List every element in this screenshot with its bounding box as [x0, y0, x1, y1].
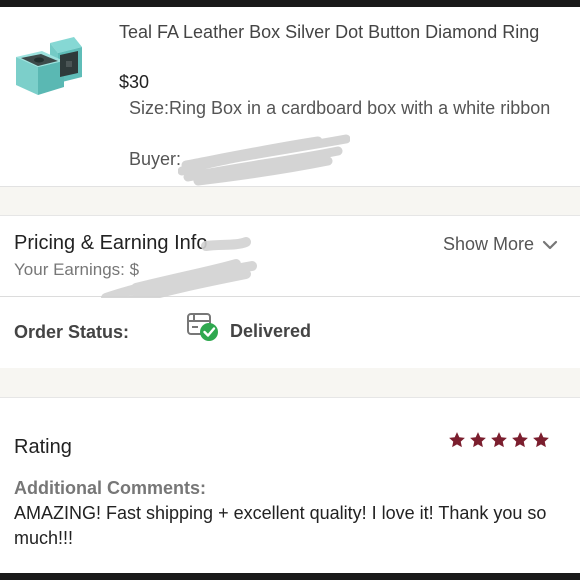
- order-status-row: Order Status: Delivered: [0, 298, 580, 368]
- show-more-button[interactable]: Show More: [443, 234, 558, 255]
- chevron-down-icon: [542, 240, 558, 249]
- section-spacer: [0, 187, 580, 215]
- star-icon: [512, 432, 528, 448]
- your-earnings: Your Earnings: $: [14, 260, 140, 279]
- star-rating: [448, 431, 550, 449]
- pricing-section[interactable]: Pricing & Earning Info Your Earnings: $ …: [0, 215, 580, 308]
- order-details-screen: Teal FA Leather Box Silver Dot Button Di…: [0, 7, 580, 573]
- star-icon: [470, 432, 486, 448]
- show-more-label: Show More: [442, 234, 534, 254]
- order-status-value: Delivered: [230, 321, 312, 341]
- additional-comments-title: Additional Comments:: [14, 478, 206, 498]
- delivered-package-icon: [187, 313, 218, 341]
- additional-comments-text: AMAZING! Fast shipping + excellent quali…: [14, 503, 547, 548]
- product-title[interactable]: Teal FA Leather Box Silver Dot Button Di…: [119, 20, 559, 45]
- product-thumbnail-image: [12, 21, 84, 99]
- product-size: Size:Ring Box in a cardboard box with a …: [129, 98, 551, 118]
- rating-title: Rating: [14, 436, 72, 458]
- product-card[interactable]: Teal FA Leather Box Silver Dot Button Di…: [0, 7, 580, 187]
- pricing-title: Pricing & Earning Info: [14, 232, 208, 254]
- star-icon: [449, 432, 465, 448]
- redaction-smudge: [178, 134, 350, 186]
- rating-section: Rating Additional Comments: AMAZING! Fas…: [0, 397, 580, 573]
- buyer-name: Buyer:: [129, 149, 182, 169]
- section-spacer: [0, 368, 580, 397]
- star-icon: [491, 432, 507, 448]
- order-status-label: Order Status:: [14, 322, 130, 342]
- star-icon: [533, 432, 549, 448]
- product-price: $30: [119, 72, 150, 92]
